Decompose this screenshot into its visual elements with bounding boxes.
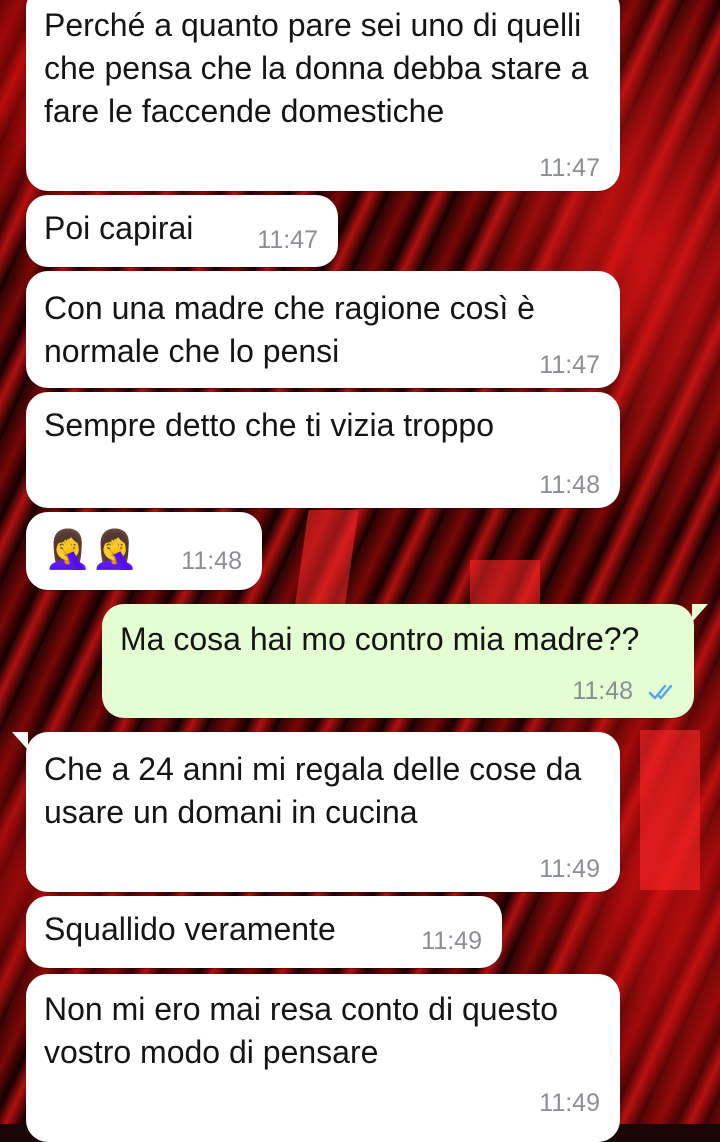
message-time: 11:48 <box>572 677 634 705</box>
message-text: Sempre detto che ti vizia troppo <box>44 407 495 443</box>
message-time: 11:49 <box>539 855 600 883</box>
incoming-message[interactable]: Perché a quanto pare sei uno di quelli c… <box>26 0 620 191</box>
bubble-tail <box>692 604 708 622</box>
message-text: Squallido veramente <box>44 911 336 947</box>
incoming-message[interactable]: Non mi ero mai resa conto di questo vost… <box>26 974 620 1142</box>
incoming-message[interactable]: Che a 24 anni mi regala delle cose da us… <box>12 732 620 892</box>
message-time: 11:49 <box>539 1089 600 1117</box>
message-text: Non mi ero mai resa conto di questo vost… <box>44 991 567 1070</box>
message-text: Che a 24 anni mi regala delle cose da us… <box>44 751 591 830</box>
message-time: 11:47 <box>539 351 600 379</box>
incoming-message[interactable]: 🤦‍♀️🤦‍♀️ 11:48 <box>26 512 262 590</box>
message-time: 11:47 <box>257 226 318 254</box>
message-time: 11:48 <box>181 547 242 575</box>
message-time: 11:47 <box>539 154 600 182</box>
incoming-message[interactable]: Con una madre che ragione così è normale… <box>26 271 620 388</box>
read-double-check-icon <box>648 685 673 700</box>
outgoing-message[interactable]: Ma cosa hai mo contro mia madre?? 11:48 <box>102 604 708 718</box>
incoming-message[interactable]: Sempre detto che ti vizia troppo 11:48 <box>26 392 620 508</box>
incoming-message[interactable]: Poi capirai 11:47 <box>26 195 338 267</box>
incoming-message[interactable]: Squallido veramente 11:49 <box>26 896 502 968</box>
message-time-with-status: 11:48 <box>572 679 678 704</box>
bubble-tail <box>12 732 28 750</box>
message-text: Con una madre che ragione così è normale… <box>44 290 544 369</box>
message-time: 11:49 <box>421 927 482 955</box>
message-text: Perché a quanto pare sei uno di quelli c… <box>44 7 598 129</box>
message-text: Ma cosa hai mo contro mia madre?? <box>120 621 640 657</box>
message-time: 11:48 <box>539 471 600 499</box>
